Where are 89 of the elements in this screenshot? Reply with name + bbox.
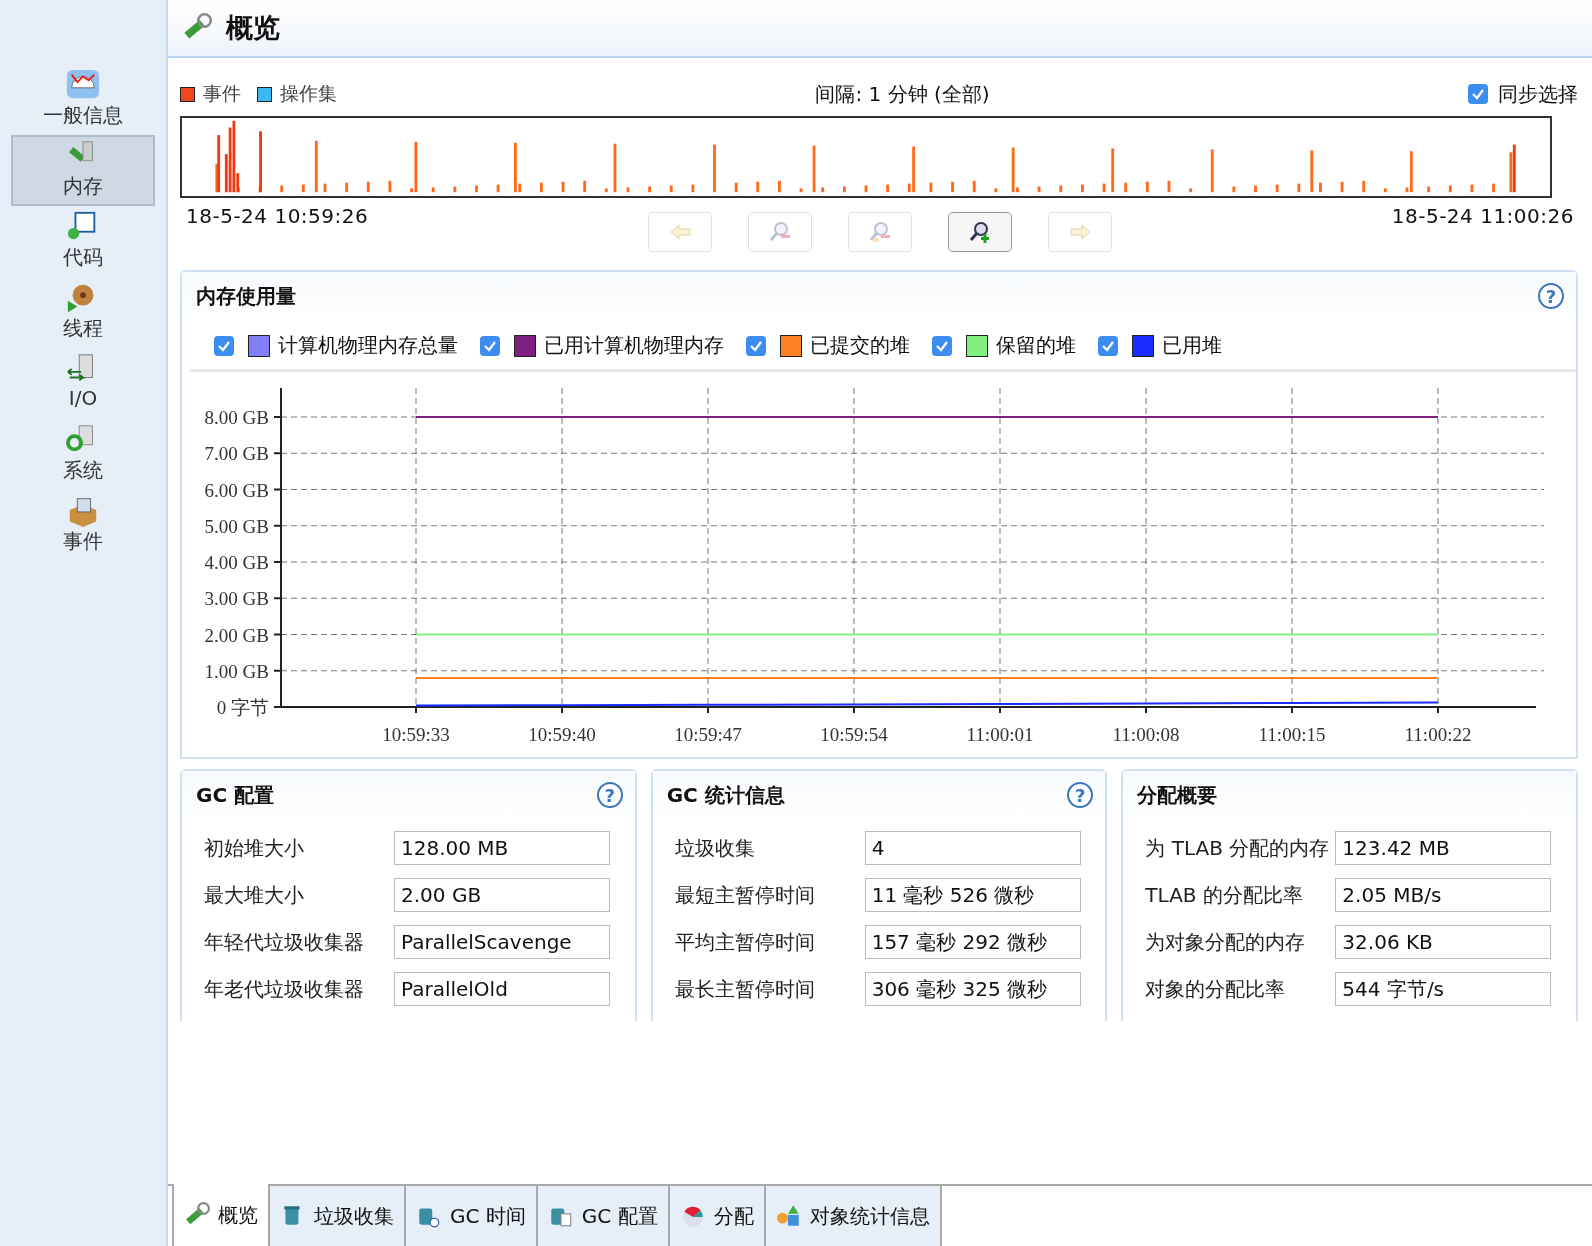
- sidebar-item[interactable]: I/O: [11, 348, 155, 419]
- checkmark-icon: [1101, 339, 1115, 352]
- tab[interactable]: GC 时间: [406, 1186, 538, 1246]
- checkbox[interactable]: [932, 335, 952, 356]
- field-label: 平均主暂停时间: [674, 928, 816, 956]
- interval-label: 间隔: 1 分钟 (全部): [815, 80, 990, 108]
- y-tick-label: 3.00 GB: [204, 588, 269, 610]
- shapes-icon: [775, 1203, 802, 1229]
- value-field[interactable]: ParallelOld: [394, 972, 610, 1006]
- value-field[interactable]: 11 毫秒 526 微秒: [864, 878, 1081, 912]
- value-field[interactable]: ParallelScavenge: [394, 925, 610, 959]
- help-icon[interactable]: ?: [1067, 782, 1094, 808]
- sidebar-item[interactable]: 内存: [11, 135, 155, 206]
- x-tick-label: 10:59:33: [382, 724, 450, 745]
- checkbox[interactable]: [746, 335, 766, 356]
- x-tick-label: 10:59:40: [528, 724, 596, 745]
- field-label: 最长主暂停时间: [674, 975, 816, 1003]
- value-field[interactable]: 123.42 MB: [1335, 831, 1552, 865]
- field-label: 垃圾收集: [674, 834, 756, 862]
- field-label: 对象的分配比率: [1145, 975, 1287, 1003]
- page-title: 概览: [226, 11, 280, 45]
- checkbox[interactable]: [480, 335, 500, 356]
- checkmark-icon: [935, 339, 949, 352]
- checkmark-icon: [749, 339, 763, 352]
- y-tick-label: 4.00 GB: [204, 552, 269, 573]
- x-tick-label: 11:00:08: [1112, 724, 1180, 745]
- checkmark-icon: [217, 339, 231, 352]
- tab[interactable]: 概览: [172, 1184, 270, 1246]
- y-tick-label: 8.00 GB: [204, 407, 269, 428]
- y-tick-label: 7.00 GB: [204, 443, 269, 465]
- field-label: TLAB 的分配比率: [1145, 881, 1304, 909]
- field-label: 年轻代垃圾收集器: [204, 928, 365, 956]
- end-time: 18-5-24 11:00:26: [1391, 203, 1575, 228]
- help-icon[interactable]: ?: [1538, 283, 1564, 309]
- zoom-out-icon: [767, 220, 793, 244]
- checkbox[interactable]: [1468, 84, 1488, 104]
- checkbox[interactable]: [214, 335, 234, 356]
- sidebar-item[interactable]: 线程: [11, 277, 155, 348]
- value-field[interactable]: 306 毫秒 325 微秒: [864, 972, 1081, 1006]
- checkmark-icon: [483, 339, 497, 352]
- y-tick-label: 5.00 GB: [204, 515, 269, 537]
- zoom-out-icon: [867, 220, 893, 244]
- toolbar-button[interactable]: [948, 212, 1012, 252]
- x-tick-label: 11:00:01: [966, 724, 1034, 745]
- y-tick-label: 1.00 GB: [204, 660, 269, 682]
- legend-label: 保留的堆: [996, 332, 1076, 359]
- panel-title: 内存使用量: [196, 282, 296, 310]
- y-tick-label: 2.00 GB: [204, 624, 269, 646]
- y-tick-label: 6.00 GB: [204, 479, 269, 501]
- y-tick-label: 0 字节: [216, 697, 269, 718]
- legend-label: 已用堆: [1162, 332, 1222, 359]
- value-field[interactable]: 544 字节/s: [1335, 972, 1552, 1006]
- field-label: 最大堆大小: [204, 881, 305, 909]
- sidebar-item[interactable]: 一般信息: [11, 64, 155, 135]
- x-tick-label: 11:00:15: [1258, 724, 1326, 745]
- sidebar-item[interactable]: 代码: [11, 206, 155, 277]
- legend-label: 事件: [203, 81, 241, 106]
- help-icon[interactable]: ?: [596, 782, 623, 808]
- value-field[interactable]: 2.05 MB/s: [1335, 878, 1552, 912]
- x-tick-label: 10:59:47: [674, 724, 742, 745]
- panel-title: 分配概要: [1137, 781, 1218, 809]
- value-field[interactable]: 4: [864, 831, 1081, 865]
- start-time: 18-5-24 10:59:26: [185, 203, 369, 228]
- tab[interactable]: GC 配置: [537, 1186, 670, 1246]
- value-field[interactable]: 2.00 GB: [394, 878, 610, 912]
- sidebar-item[interactable]: 系统: [11, 419, 155, 490]
- field-label: 最短主暂停时间: [674, 881, 816, 909]
- x-tick-label: 11:00:22: [1404, 724, 1472, 745]
- sidebar-item[interactable]: 事件: [11, 490, 155, 561]
- legend-label: 已提交的堆: [810, 332, 910, 359]
- x-tick-label: 10:59:54: [820, 724, 888, 745]
- checkbox-label: 同步选择: [1498, 80, 1578, 108]
- legend-label: 操作集: [280, 81, 337, 106]
- value-field[interactable]: 32.06 KB: [1335, 925, 1552, 959]
- value-field[interactable]: 157 毫秒 292 微秒: [864, 925, 1081, 959]
- checkbox[interactable]: [1098, 335, 1118, 356]
- legend-label: 已用计算机物理内存: [544, 332, 724, 359]
- tab[interactable]: 对象统计信息: [765, 1186, 942, 1246]
- field-label: 年老代垃圾收集器: [204, 975, 365, 1003]
- panel-title: GC 统计信息: [666, 781, 785, 809]
- checkmark-icon: [1471, 88, 1485, 100]
- value-field[interactable]: 128.00 MB: [394, 831, 610, 865]
- tab[interactable]: 分配: [669, 1186, 766, 1246]
- field-label: 为对象分配的内存: [1145, 928, 1307, 956]
- tab[interactable]: 垃圾收集: [270, 1186, 406, 1246]
- legend-label: 计算机物理内存总量: [278, 332, 458, 359]
- field-label: 初始堆大小: [204, 834, 305, 862]
- panel-title: GC 配置: [196, 781, 275, 809]
- field-label: 为 TLAB 分配的内存: [1145, 834, 1331, 862]
